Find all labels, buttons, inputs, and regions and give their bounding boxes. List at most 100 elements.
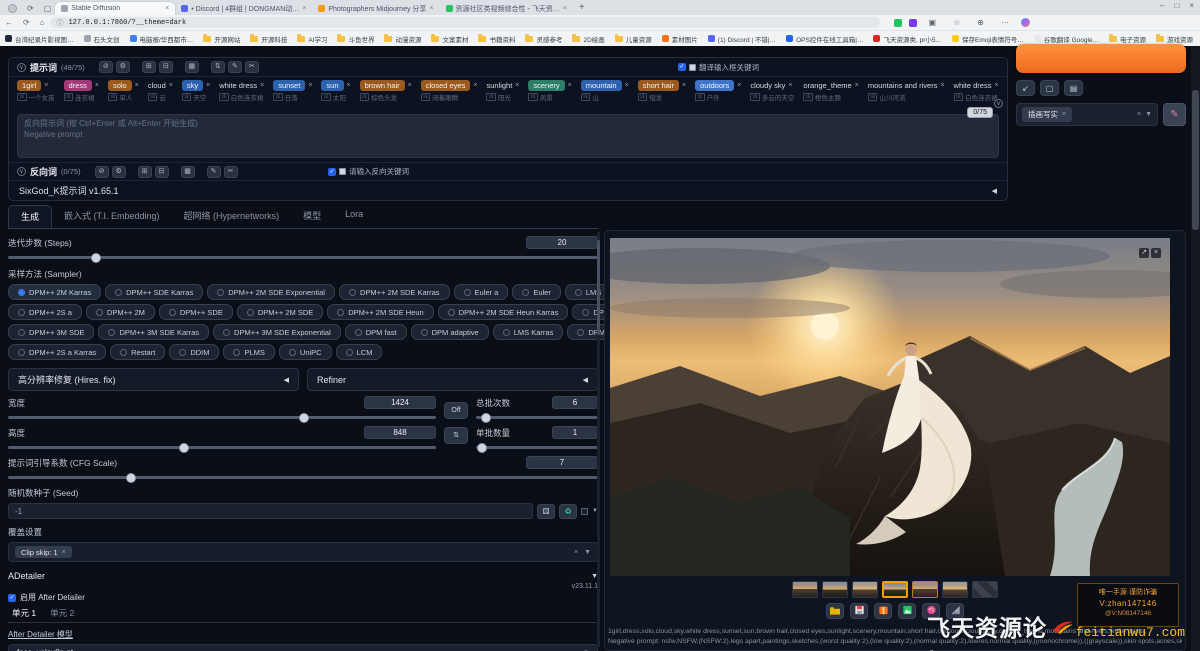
split-screen-icon[interactable]: ▣ [929, 18, 937, 27]
override-chip[interactable]: Clip skip: 1 × [15, 546, 72, 558]
remove-tag-icon[interactable]: × [308, 82, 312, 89]
grid-icon[interactable]: ▦ [185, 61, 199, 73]
height-slider[interactable] [8, 446, 436, 449]
sort-icon[interactable]: ⇅ [211, 61, 225, 73]
tag-chip[interactable]: sunlight [486, 80, 512, 91]
window-maximize-button[interactable]: □ [1174, 1, 1179, 10]
browser-menu-icon[interactable]: ⋯ [1001, 18, 1009, 27]
bookmark-item[interactable]: 斗鱼世界 [337, 34, 374, 44]
styles-icon[interactable]: ▤ [1064, 80, 1083, 96]
remove-override-icon[interactable]: × [62, 549, 66, 556]
edit-icon[interactable]: ✎ [228, 61, 242, 73]
sampler-option[interactable]: DPM++ 2M Karras [8, 284, 101, 300]
favorites-icon[interactable]: ☆ [953, 18, 960, 27]
prompt-tag[interactable]: short hair×译短发 [638, 80, 686, 106]
settings-icon[interactable]: ⚙ [112, 166, 126, 178]
bookmark-item[interactable]: 动漫资源 [384, 34, 421, 44]
bookmark-item[interactable]: 2D绘画 [572, 34, 604, 44]
remove-tag-icon[interactable]: × [994, 82, 998, 89]
gallery-thumbnail[interactable] [942, 581, 968, 598]
prompt-tag[interactable]: scenery×译风景 [528, 80, 571, 106]
reuse-seed-button[interactable]: ♻ [559, 504, 577, 519]
browser-tab[interactable]: • Discord | 4群组 | DONGMAN动…× [175, 2, 312, 15]
random-seed-button[interactable]: ⚄ [537, 504, 555, 519]
bookmark-item[interactable]: (1) Discord | 不错|… [708, 34, 776, 44]
save-button[interactable] [850, 603, 868, 619]
slider-handle[interactable] [126, 473, 136, 483]
browser-tab[interactable]: Photographers Midjourney 分享× [312, 2, 439, 15]
browser-tab[interactable]: Stable Diffusion× [55, 2, 175, 15]
prompt-tag[interactable]: sunset×译日落 [273, 80, 312, 106]
prompt-tag[interactable]: sky×译天空 [182, 80, 210, 106]
disable-icon[interactable]: ⊘ [95, 166, 109, 178]
remove-tag-icon[interactable]: × [473, 82, 477, 89]
tag-chip[interactable]: scenery [528, 80, 564, 91]
sampler-option[interactable]: DPM++ SDE Karras [105, 284, 203, 300]
batch-size-value[interactable]: 1 [552, 426, 598, 439]
cfg-value[interactable]: 7 [526, 456, 598, 469]
prompt-tag[interactable]: sun×译太阳 [321, 80, 350, 106]
slider-handle[interactable] [91, 253, 101, 263]
tab-close-icon[interactable]: × [429, 5, 433, 12]
remove-tag-icon[interactable]: × [347, 82, 351, 89]
remove-tag-icon[interactable]: × [408, 82, 412, 89]
prompt-tag[interactable]: cloud×译云 [148, 80, 173, 106]
collapse-tags-icon[interactable]: ∨ [994, 99, 1003, 108]
cut-icon[interactable]: ✂ [224, 166, 238, 178]
tag-chip[interactable]: 1girl [17, 80, 41, 91]
tag-chip[interactable]: cloud [148, 80, 166, 91]
prompt-tag[interactable]: cloudy sky×译多云的天空 [750, 80, 794, 106]
bookmark-item[interactable]: 游戏资源 [1156, 34, 1193, 44]
aspect-off-button[interactable]: Off [444, 402, 468, 419]
extension-icon[interactable] [894, 19, 902, 27]
prompt-tag[interactable]: closed eyes×译闭着眼睛 [421, 80, 478, 106]
sampler-option[interactable]: DPM++ 2M SDE Exponential [207, 284, 335, 300]
home-icon[interactable]: ⌂ [40, 18, 45, 27]
prompt-tag[interactable]: orange_theme×译橙色主题 [803, 80, 858, 106]
translate-checkbox[interactable]: ✓ [328, 168, 336, 176]
remove-tag-icon[interactable]: × [135, 82, 139, 89]
negative-prompt-textarea[interactable]: 反向提示词 (按 Ctrl+Enter 或 Alt+Enter 开始生成) Ne… [17, 114, 999, 158]
gallery-thumbnail[interactable] [822, 581, 848, 598]
paste-icon[interactable]: ⊟ [155, 166, 169, 178]
secondary-checkbox[interactable] [339, 168, 346, 175]
sampler-option[interactable]: DPM fast [345, 324, 407, 340]
paste-icon[interactable]: ⊟ [159, 61, 173, 73]
sampler-option[interactable]: DPM adaptive [411, 324, 489, 340]
hires-fix-accordion[interactable]: 高分辨率修复 (Hires. fix)◀ [8, 368, 299, 391]
steps-slider[interactable] [8, 256, 598, 259]
back-icon[interactable]: ← [5, 18, 13, 27]
slider-handle[interactable] [299, 413, 309, 423]
remove-tag-icon[interactable]: × [788, 82, 792, 89]
slider-handle[interactable] [481, 413, 491, 423]
sampler-option[interactable]: LCM [336, 344, 383, 360]
browser-tab[interactable]: 资源社区类视频综合性 - 飞天资…× [440, 2, 573, 15]
tab-嵌入式 (T.I. Embedding)[interactable]: 嵌入式 (T.I. Embedding) [52, 205, 172, 228]
prompt-tag[interactable]: outdoors×译户外 [695, 80, 741, 106]
width-slider[interactable] [8, 416, 436, 419]
tag-chip[interactable]: mountains and rivers [868, 80, 938, 91]
tab-close-icon[interactable]: × [302, 5, 306, 12]
cfg-slider[interactable] [8, 476, 598, 479]
extension-icon[interactable] [909, 19, 917, 27]
slider-handle[interactable] [477, 443, 487, 453]
bookmark-item[interactable]: 电子资源 [1109, 34, 1146, 44]
remove-tag-icon[interactable]: × [737, 82, 741, 89]
address-bar[interactable]: ⓘ 127.0.0.1:7860/?__theme=dark [50, 17, 880, 28]
tag-chip[interactable]: mountain [581, 80, 622, 91]
folder-button[interactable] [826, 603, 844, 619]
sampler-option[interactable]: DPM++ 2M SDE Karras [339, 284, 450, 300]
tab-生成[interactable]: 生成 [8, 205, 52, 228]
remove-tag-icon[interactable]: × [206, 82, 210, 89]
adetailer-accordion[interactable]: ADetailer ▼ [8, 571, 598, 581]
bookmark-item[interactable]: 开源科技 [250, 34, 287, 44]
copy-icon[interactable]: ⊞ [138, 166, 152, 178]
sampler-option[interactable]: Euler a [454, 284, 509, 300]
remove-tag-icon[interactable]: × [515, 82, 519, 89]
sampler-option[interactable]: DPM++ 2S a [8, 304, 82, 320]
sampler-option[interactable]: DPM++ 3M SDE Exponential [213, 324, 341, 340]
batch-size-slider[interactable] [476, 446, 598, 449]
prompt-tag[interactable]: mountain×译山 [581, 80, 629, 106]
window-close-button[interactable]: × [1189, 1, 1194, 10]
seed-input[interactable]: -1 [8, 503, 533, 519]
